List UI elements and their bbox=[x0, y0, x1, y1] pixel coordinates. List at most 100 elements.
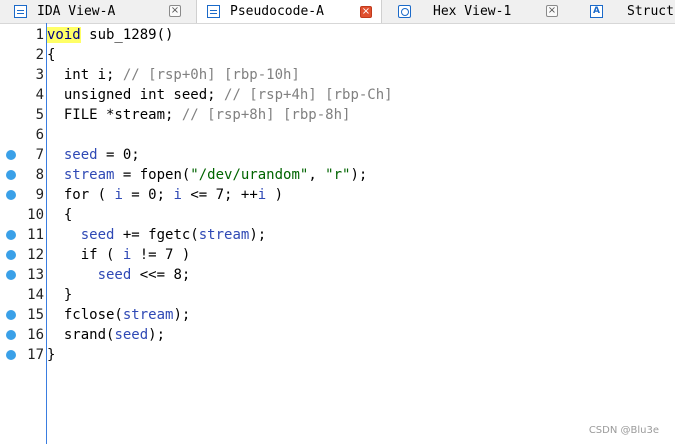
code-line: 9 for ( i = 0; i <= 7; ++i ) bbox=[0, 185, 675, 205]
code-text: void sub_1289() bbox=[47, 25, 173, 45]
code-fragment: , bbox=[308, 167, 326, 183]
code-line: 6 bbox=[0, 125, 675, 145]
code-fragment: += fgetc( bbox=[114, 227, 199, 243]
tab-bar: IDA View-A × Pseudocode-A × Hex View-1 ×… bbox=[0, 0, 675, 24]
tab-ida-view-a[interactable]: IDA View-A × bbox=[14, 0, 189, 22]
pseudocode-editor[interactable]: 1 void sub_1289() 2 { 3 int i; // [rsp+0… bbox=[0, 23, 675, 444]
breakpoint-dot[interactable] bbox=[6, 230, 16, 240]
code-line: 10 { bbox=[0, 205, 675, 225]
line-number: 16 bbox=[27, 327, 44, 343]
breakpoint-dot[interactable] bbox=[6, 250, 16, 260]
variable: seed bbox=[63, 147, 98, 163]
variable: stream bbox=[122, 307, 174, 323]
code-line: 3 int i; // [rsp+0h] [rbp-10h] bbox=[0, 65, 675, 85]
code-fragment: ); bbox=[350, 167, 368, 183]
line-number: 5 bbox=[35, 107, 44, 123]
keyword-token: void bbox=[47, 27, 81, 43]
code-text: int i; // [rsp+0h] [rbp-10h] bbox=[47, 65, 300, 85]
close-icon[interactable]: × bbox=[169, 5, 181, 17]
comment: // [rsp+0h] [rbp-10h] bbox=[122, 67, 300, 83]
code-text: seed = 0; bbox=[47, 145, 140, 165]
variable: stream bbox=[63, 167, 115, 183]
code-fragment: if ( bbox=[47, 247, 123, 263]
comment: // [rsp+8h] [rbp-8h] bbox=[181, 107, 351, 123]
variable: stream bbox=[198, 227, 250, 243]
variable: i bbox=[257, 187, 267, 203]
comment: // [rsp+4h] [rbp-Ch] bbox=[224, 87, 393, 103]
tab-pseudocode-a[interactable]: Pseudocode-A × bbox=[196, 0, 382, 23]
line-number: 3 bbox=[35, 67, 44, 83]
code-text: stream = fopen("/dev/urandom", "r"); bbox=[47, 165, 367, 185]
variable: seed bbox=[97, 267, 132, 283]
variable: i bbox=[114, 187, 123, 203]
code-fragment: ) bbox=[266, 187, 284, 203]
watermark: CSDN @Blu3e bbox=[588, 425, 659, 436]
code-fragment: ); bbox=[173, 307, 191, 323]
function-name: sub_1289() bbox=[80, 27, 174, 43]
breakpoint-dot[interactable] bbox=[6, 330, 16, 340]
variable: seed bbox=[114, 327, 149, 343]
code-text: { bbox=[47, 47, 56, 63]
string-literal: "r" bbox=[325, 167, 351, 183]
code-text: } bbox=[47, 347, 56, 363]
tab-label: IDA View-A bbox=[37, 3, 116, 19]
line-number: 4 bbox=[35, 87, 44, 103]
tab-struct[interactable]: A Struct bbox=[590, 0, 675, 22]
code-line: 8 stream = fopen("/dev/urandom", "r"); bbox=[0, 165, 675, 185]
close-icon[interactable]: × bbox=[546, 5, 558, 17]
line-number: 1 bbox=[35, 27, 44, 43]
code-fragment: for ( bbox=[47, 187, 115, 203]
code-line: 11 seed += fgetc(stream); bbox=[0, 225, 675, 245]
code-line: 1 void sub_1289() bbox=[0, 25, 675, 45]
code-text: for ( i = 0; i <= 7; ++i ) bbox=[47, 185, 283, 205]
breakpoint-dot[interactable] bbox=[6, 310, 16, 320]
code-line: 17 } bbox=[0, 345, 675, 365]
code-fragment: <= 7; ++ bbox=[181, 187, 258, 203]
code-text: srand(seed); bbox=[47, 325, 165, 345]
code-text: seed += fgetc(stream); bbox=[47, 225, 266, 245]
code-text: unsigned int seed; // [rsp+4h] [rbp-Ch] bbox=[47, 85, 393, 105]
tab-label: Hex View-1 bbox=[433, 3, 512, 19]
line-number: 7 bbox=[35, 147, 44, 163]
struct-icon: A bbox=[590, 4, 603, 18]
declaration: FILE *stream; bbox=[47, 107, 182, 123]
code-line: 4 unsigned int seed; // [rsp+4h] [rbp-Ch… bbox=[0, 85, 675, 105]
line-number: 13 bbox=[27, 267, 44, 283]
tab-label: Struct bbox=[627, 3, 674, 19]
line-number: 17 bbox=[27, 347, 44, 363]
breakpoint-dot[interactable] bbox=[6, 190, 16, 200]
tab-hex-view-1[interactable]: Hex View-1 × bbox=[398, 0, 558, 22]
code-text: FILE *stream; // [rsp+8h] [rbp-8h] bbox=[47, 105, 351, 125]
line-number: 9 bbox=[35, 187, 44, 203]
line-number: 14 bbox=[27, 287, 44, 303]
code-fragment: ); bbox=[148, 327, 166, 343]
code-fragment: = fopen( bbox=[114, 167, 191, 183]
string-literal: "/dev/urandom" bbox=[190, 167, 309, 183]
close-icon[interactable]: × bbox=[360, 5, 372, 18]
line-number: 8 bbox=[35, 167, 44, 183]
code-fragment: srand( bbox=[47, 327, 115, 343]
line-number: 6 bbox=[35, 127, 44, 143]
breakpoint-dot[interactable] bbox=[6, 170, 16, 180]
code-text: fclose(stream); bbox=[47, 305, 190, 325]
code-line: 16 srand(seed); bbox=[0, 325, 675, 345]
line-number: 10 bbox=[27, 207, 44, 223]
breakpoint-dot[interactable] bbox=[6, 350, 16, 360]
declaration: unsigned int seed; bbox=[47, 87, 225, 103]
code-line: 13 seed <<= 8; bbox=[0, 265, 675, 285]
code-line: 15 fclose(stream); bbox=[0, 305, 675, 325]
variable: seed bbox=[80, 227, 115, 243]
code-fragment: = 0; bbox=[97, 147, 140, 163]
breakpoint-dot[interactable] bbox=[6, 150, 16, 160]
code-fragment: ); bbox=[249, 227, 267, 243]
tab-label: Pseudocode-A bbox=[230, 4, 324, 19]
code-fragment: <<= 8; bbox=[131, 267, 191, 283]
code-line: 14 } bbox=[0, 285, 675, 305]
breakpoint-dot[interactable] bbox=[6, 270, 16, 280]
code-text: } bbox=[47, 287, 73, 303]
code-line: 5 FILE *stream; // [rsp+8h] [rbp-8h] bbox=[0, 105, 675, 125]
hex-icon bbox=[398, 4, 411, 18]
doc-icon bbox=[207, 5, 220, 18]
declaration: int i; bbox=[47, 67, 123, 83]
line-number: 15 bbox=[27, 307, 44, 323]
